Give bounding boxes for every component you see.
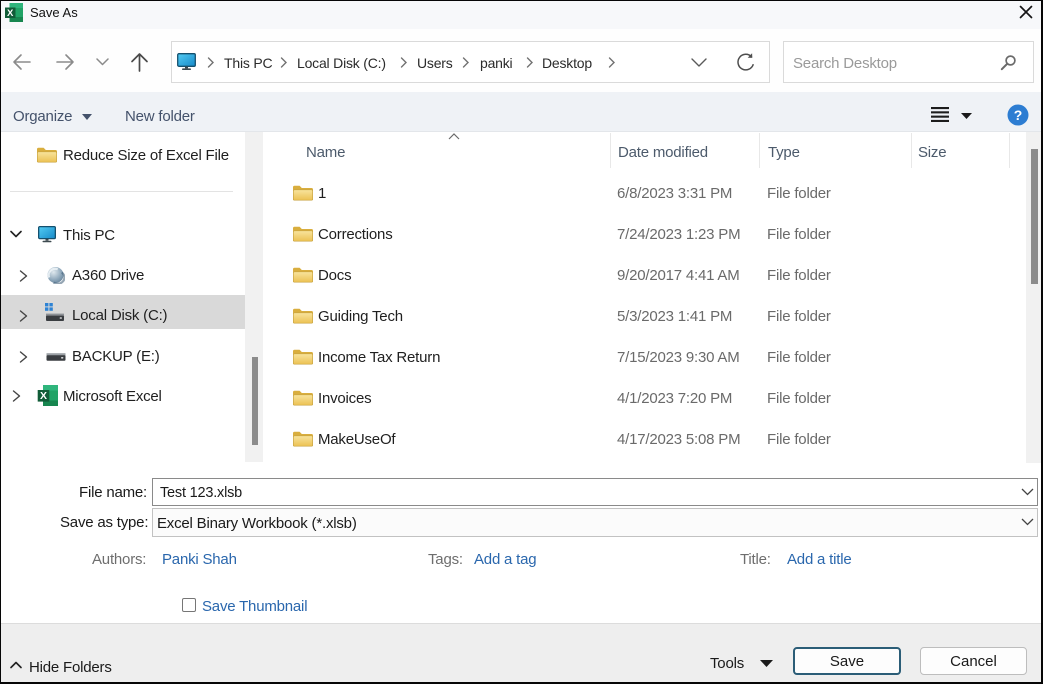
svg-text:?: ?	[1014, 107, 1023, 123]
svg-text:X: X	[40, 390, 47, 402]
svg-text:X: X	[7, 8, 14, 19]
